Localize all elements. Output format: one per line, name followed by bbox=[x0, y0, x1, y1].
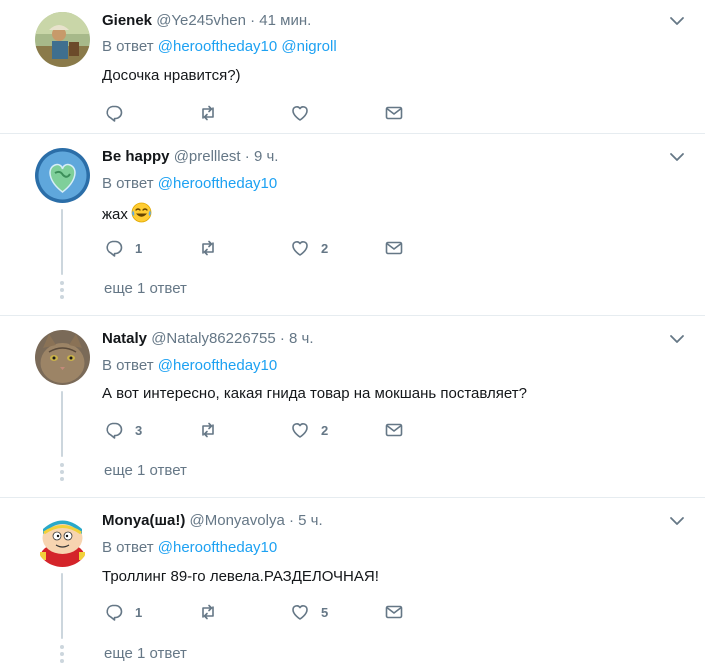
retweet-icon bbox=[202, 422, 214, 438]
retweet-icon bbox=[202, 105, 214, 121]
heart-icon bbox=[292, 423, 308, 438]
mention-link[interactable]: @nigroll bbox=[281, 38, 336, 55]
thread-dots bbox=[59, 645, 65, 666]
direct-message-button[interactable] bbox=[384, 237, 404, 259]
reply-button[interactable]: 3 bbox=[104, 419, 142, 441]
avatar[interactable] bbox=[35, 148, 90, 203]
tweet-text-content: жах bbox=[102, 206, 128, 223]
reply-label: В ответ bbox=[102, 175, 154, 192]
direct-message-button[interactable] bbox=[384, 102, 404, 124]
reply-context: В ответ @herooftheday10 bbox=[102, 174, 277, 194]
tweet-actions bbox=[104, 102, 424, 124]
reply-button[interactable]: 1 bbox=[104, 601, 142, 623]
heart-icon bbox=[292, 241, 308, 256]
reply-icon bbox=[106, 240, 123, 257]
user-handle[interactable]: @prelllest bbox=[174, 148, 241, 165]
tweet-actions: 3 2 bbox=[104, 419, 424, 441]
user-handle[interactable]: @Monyavolya bbox=[190, 512, 285, 529]
like-button[interactable] bbox=[290, 102, 310, 124]
envelope-icon bbox=[385, 605, 403, 619]
timestamp[interactable]: · 9 ч. bbox=[245, 148, 279, 165]
direct-message-button[interactable] bbox=[384, 419, 404, 441]
chevron-down-icon[interactable] bbox=[668, 148, 686, 166]
tweet[interactable]: Gienek @Ye245vhen · 41 мин. В ответ @her… bbox=[0, 0, 705, 134]
tweet[interactable]: Be happy @prelllest · 9 ч. В ответ @hero… bbox=[0, 134, 705, 316]
like-button[interactable]: 2 bbox=[290, 237, 328, 259]
face-with-tears-of-joy-icon bbox=[131, 202, 152, 229]
reply-context: В ответ @herooftheday10 bbox=[102, 356, 277, 376]
mention-link[interactable]: @herooftheday10 bbox=[158, 38, 277, 55]
user-name[interactable]: Nataly bbox=[102, 330, 147, 347]
tweet[interactable]: Monya(ша!) @Monyavolya · 5 ч. В ответ @h… bbox=[0, 498, 705, 671]
retweet-icon bbox=[202, 604, 214, 620]
heart-icon bbox=[292, 106, 308, 121]
retweet-button[interactable] bbox=[198, 601, 218, 623]
like-count: 5 bbox=[321, 604, 329, 620]
retweet-button[interactable] bbox=[198, 419, 218, 441]
thread-line bbox=[61, 573, 63, 639]
show-more-replies-link[interactable]: еще 1 ответ bbox=[104, 279, 187, 299]
envelope-icon bbox=[385, 423, 403, 437]
reply-button[interactable]: 1 bbox=[104, 237, 142, 259]
timestamp[interactable]: · 5 ч. bbox=[289, 512, 323, 529]
show-more-replies-link[interactable]: еще 1 ответ bbox=[104, 644, 187, 664]
thread-line bbox=[61, 391, 63, 457]
tweet-text: Троллинг 89-го левела.РАЗДЕЛОЧНАЯ! bbox=[102, 568, 379, 585]
mention-link[interactable]: @herooftheday10 bbox=[158, 175, 277, 192]
mention-link[interactable]: @herooftheday10 bbox=[158, 539, 277, 556]
thread-line bbox=[61, 209, 63, 275]
tweet-actions: 1 2 bbox=[104, 237, 424, 259]
show-more-replies-link[interactable]: еще 1 ответ bbox=[104, 461, 187, 481]
reply-label: В ответ bbox=[102, 357, 154, 374]
user-name[interactable]: Gienek bbox=[102, 12, 152, 29]
envelope-icon bbox=[385, 106, 403, 120]
chevron-down-icon[interactable] bbox=[668, 330, 686, 348]
chevron-down-icon[interactable] bbox=[668, 12, 686, 30]
tweet-text: Досочка нравится?) bbox=[102, 67, 241, 84]
avatar[interactable] bbox=[35, 330, 90, 385]
like-count: 2 bbox=[321, 422, 329, 438]
thread-dots bbox=[59, 281, 65, 302]
tweet-text: жах bbox=[102, 202, 152, 229]
reply-context: В ответ @herooftheday10 @nigroll bbox=[102, 37, 337, 57]
reply-count: 1 bbox=[135, 240, 143, 256]
timestamp[interactable]: · 8 ч. bbox=[280, 330, 314, 347]
user-name[interactable]: Be happy bbox=[102, 148, 170, 165]
reply-count: 1 bbox=[135, 604, 143, 620]
retweet-button[interactable] bbox=[198, 102, 218, 124]
heart-icon bbox=[292, 605, 308, 620]
direct-message-button[interactable] bbox=[384, 601, 404, 623]
reply-label: В ответ bbox=[102, 38, 154, 55]
tweet-text: А вот интересно, какая гнида товар на мо… bbox=[102, 385, 527, 402]
chevron-down-icon[interactable] bbox=[668, 512, 686, 530]
reply-button[interactable] bbox=[104, 102, 124, 124]
user-handle[interactable]: @Ye245vhen bbox=[156, 12, 246, 29]
reply-icon bbox=[106, 604, 123, 621]
like-count: 2 bbox=[321, 240, 329, 256]
reply-label: В ответ bbox=[102, 539, 154, 556]
avatar[interactable] bbox=[35, 12, 90, 67]
like-button[interactable]: 5 bbox=[290, 601, 328, 623]
tweet[interactable]: Nataly @Nataly86226755 · 8 ч. В ответ @h… bbox=[0, 316, 705, 498]
reply-count: 3 bbox=[135, 422, 143, 438]
mention-link[interactable]: @herooftheday10 bbox=[158, 357, 277, 374]
thread-dots bbox=[59, 463, 65, 484]
like-button[interactable]: 2 bbox=[290, 419, 328, 441]
user-name[interactable]: Monya(ша!) bbox=[102, 512, 185, 529]
reply-icon bbox=[106, 422, 123, 439]
reply-icon bbox=[106, 105, 123, 122]
reply-context: В ответ @herooftheday10 bbox=[102, 538, 277, 558]
retweet-button[interactable] bbox=[198, 237, 218, 259]
timestamp[interactable]: · 41 мин. bbox=[250, 12, 311, 29]
user-handle[interactable]: @Nataly86226755 bbox=[151, 330, 275, 347]
tweet-actions: 1 5 bbox=[104, 601, 424, 623]
avatar[interactable] bbox=[35, 512, 90, 567]
retweet-icon bbox=[202, 240, 214, 256]
envelope-icon bbox=[385, 241, 403, 255]
